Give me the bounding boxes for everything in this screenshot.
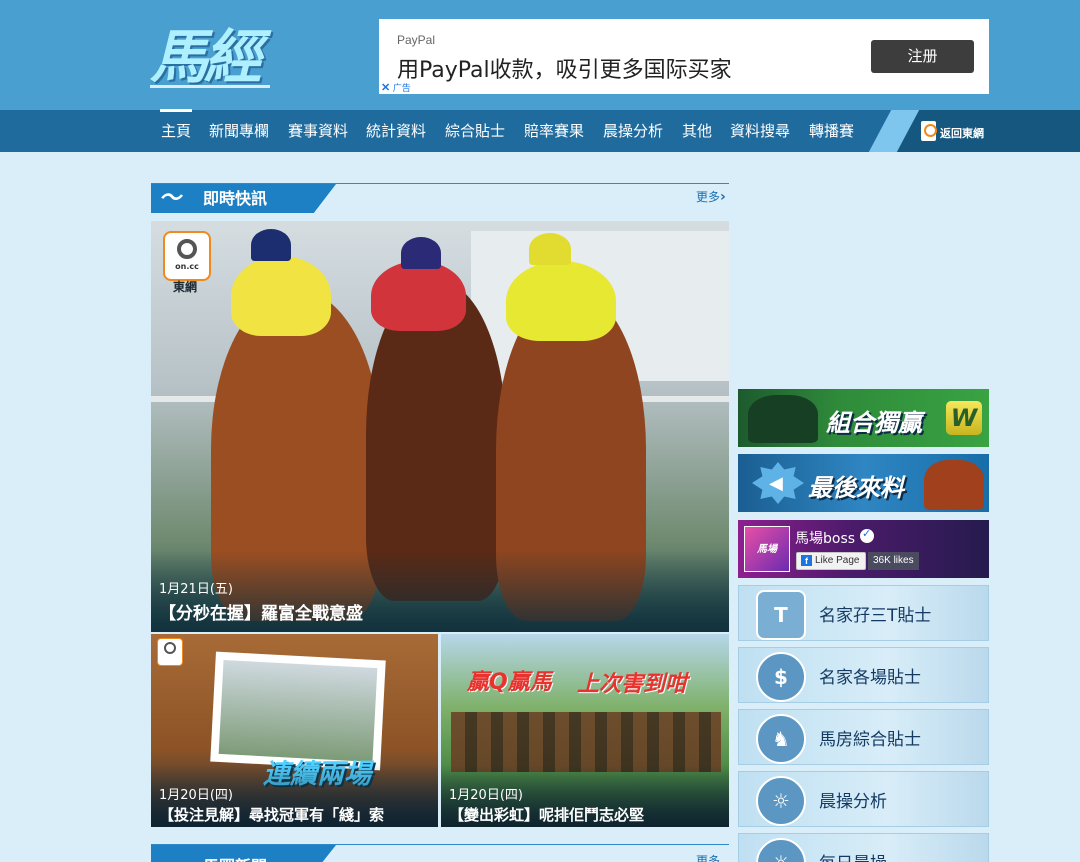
nav-item-broadcast[interactable]: 轉播賽 <box>809 110 854 152</box>
site-logo[interactable]: 馬經 <box>150 22 290 92</box>
ad-headline[interactable]: 用PayPal收款，吸引更多国际买家 <box>397 52 732 84</box>
hero-date: 1月21日(五) <box>159 582 233 597</box>
nav-item-search[interactable]: 資料搜尋 <box>730 110 790 152</box>
jockey-red <box>371 261 466 331</box>
trio-t-icon: T <box>756 590 806 640</box>
megaphone-icon <box>752 462 804 504</box>
nav-item-race-info[interactable]: 賽事資料 <box>288 110 348 152</box>
tip-item-trio[interactable]: T 名家孖三T貼士 <box>738 585 989 641</box>
facebook-like-count: 36K likes <box>868 552 919 570</box>
oncc-small-ring <box>164 642 176 654</box>
nav-active-indicator <box>160 109 192 112</box>
section-tab: 馬圈新聞 <box>151 845 336 862</box>
horse-silhouette <box>924 460 984 510</box>
news-card-2[interactable]: 贏Q贏馬 上次害到咁 1月20日(四) 【變出彩虹】呢排佢鬥志必堅 <box>441 634 729 827</box>
tip-label: 名家孖三T貼士 <box>819 606 932 626</box>
sun-icon: ☼ <box>756 838 806 862</box>
helmet-1 <box>251 229 291 261</box>
hero-source: 東網 <box>173 280 198 294</box>
nav-item-tips[interactable]: 綜合貼士 <box>445 110 505 152</box>
card-2-overlay-left: 贏Q贏馬 <box>467 670 552 695</box>
helmet-2 <box>401 237 441 269</box>
jockey-yellow-2 <box>506 261 616 341</box>
section-rule <box>151 183 729 184</box>
tip-label: 馬房綜合貼士 <box>819 730 921 750</box>
section-tab: 〜 即時快訊 <box>151 184 336 213</box>
section-title: 即時快訊 <box>203 189 268 208</box>
card-2-title[interactable]: 【變出彩虹】呢排佢鬥志必堅 <box>449 804 644 825</box>
more-label: 更多 <box>696 190 721 204</box>
nav-item-statistics[interactable]: 統計資料 <box>366 110 426 152</box>
tip-label: 名家各場貼士 <box>819 668 921 688</box>
jockey-yellow-1 <box>231 256 331 336</box>
tip-item-trackwork[interactable]: ☼ 晨操分析 <box>738 771 989 827</box>
hero-title[interactable]: 【分秒在握】羅富全戰意盛 <box>159 599 363 624</box>
banner-last-info[interactable]: 最後來料 <box>738 454 989 512</box>
tip-item-stables[interactable]: ♞ 馬房綜合貼士 <box>738 709 989 765</box>
chevron-right-icon: › <box>720 189 726 205</box>
facebook-page-widget[interactable]: 馬場BOSS 馬場boss Like Page 36K likes <box>738 520 989 601</box>
target-icon: ☼ <box>756 776 806 826</box>
card-2-overlay-right: 上次害到咁 <box>577 672 688 697</box>
main-nav: 主頁 新聞專欄 賽事資料 統計資料 綜合貼士 賠率賽果 晨操分析 其他 資料搜尋… <box>0 110 1080 152</box>
banner-combo-win-label: 組合獨贏 <box>826 409 922 437</box>
banner-combo-win[interactable]: 組合獨贏 W <box>738 389 989 447</box>
helmet-3 <box>529 233 571 265</box>
banner-last-info-label: 最後來料 <box>808 474 904 502</box>
logo-underline <box>150 85 270 88</box>
logo-text: 馬經 <box>150 23 262 91</box>
nav-item-odds-results[interactable]: 賠率賽果 <box>524 110 584 152</box>
nav-item-trackwork[interactable]: 晨操分析 <box>603 110 663 152</box>
ad-close-icon[interactable]: ✕ 广告 <box>381 81 411 94</box>
ad-brand: PayPal <box>397 33 436 47</box>
tip-label: 晨操分析 <box>819 792 887 812</box>
ad-banner[interactable]: PayPal 用PayPal收款，吸引更多国际买家 注册 ✕ 广告 <box>379 19 989 94</box>
nav-item-others[interactable]: 其他 <box>682 110 712 152</box>
racing-news-header: 馬圈新聞 更多 <box>151 842 729 862</box>
horse-head-icon: 〜 <box>159 186 182 211</box>
w-badge-icon: W <box>946 401 982 435</box>
facebook-like-button[interactable]: Like Page <box>796 552 867 570</box>
ad-register-button[interactable]: 注册 <box>871 40 974 73</box>
oncc-text: on.cc <box>175 262 199 271</box>
horse-silhouette <box>748 395 818 443</box>
facebook-avatar: 馬場BOSS <box>744 526 790 601</box>
lightbulb-icon: $ <box>756 652 806 702</box>
card-1-title[interactable]: 【投注見解】尋找冠軍有「綫」索 <box>159 804 384 825</box>
verified-badge-icon <box>860 527 874 543</box>
oncc-icon <box>921 121 937 141</box>
flash-news-header: 〜 即時快訊 更多› <box>151 180 729 213</box>
section-title: 馬圈新聞 <box>203 853 267 862</box>
people-icon: ♞ <box>756 714 806 764</box>
more-link[interactable]: 更多 <box>696 852 720 862</box>
card-2-date: 1月20日(四) <box>449 788 523 803</box>
return-oncc-label: 返回東網 <box>940 127 984 140</box>
photo-frame-inner <box>218 660 378 762</box>
tip-item-daily-trackwork[interactable]: ☼ 每日晨操 <box>738 833 989 862</box>
nav-item-news[interactable]: 新聞專欄 <box>209 110 269 152</box>
oncc-logo-icon: on.cc <box>163 231 211 281</box>
facebook-page-name[interactable]: 馬場boss <box>795 528 855 548</box>
tip-item-experts[interactable]: $ 名家各場貼士 <box>738 647 989 703</box>
oncc-ring <box>177 239 197 259</box>
hero-news-card[interactable]: on.cc 東網 1月21日(五) 【分秒在握】羅富全戰意盛 <box>151 221 729 632</box>
oncc-small-icon <box>157 638 183 666</box>
nav-item-home[interactable]: 主頁 <box>161 110 191 152</box>
tip-label: 每日晨操 <box>819 849 887 862</box>
card-1-date: 1月20日(四) <box>159 788 233 803</box>
ad-label: 广告 <box>392 83 411 93</box>
news-card-1[interactable]: 連續兩場 1月20日(四) 【投注見解】尋找冠軍有「綫」索 <box>151 634 438 827</box>
more-link[interactable]: 更多› <box>696 188 726 205</box>
horse-field <box>451 712 721 772</box>
site-header: 馬經 PayPal 用PayPal收款，吸引更多国际买家 注册 ✕ 广告 <box>0 0 1080 110</box>
section-rule <box>151 844 729 845</box>
